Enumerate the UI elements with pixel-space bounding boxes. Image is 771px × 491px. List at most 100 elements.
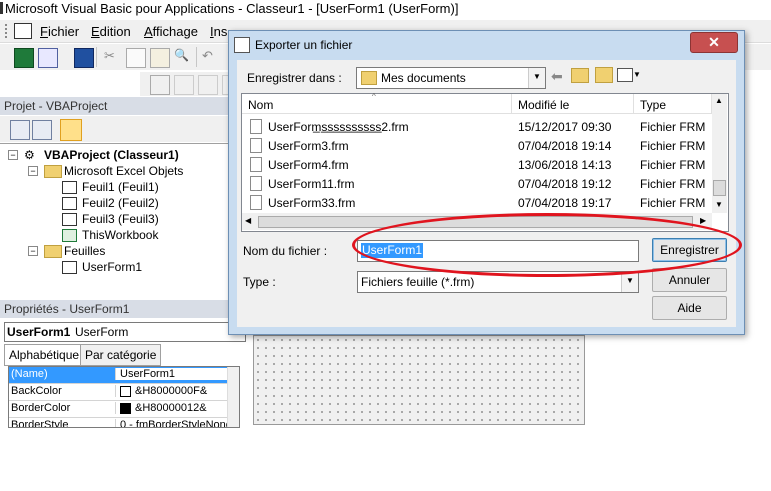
horizontal-scrollbar[interactable]: ◀ ▶ bbox=[242, 213, 712, 230]
center-icon[interactable] bbox=[174, 75, 194, 95]
scroll-down-icon[interactable]: ▼ bbox=[715, 200, 723, 209]
toolbar-separator bbox=[96, 47, 97, 67]
property-value: &H8000000F& bbox=[115, 385, 228, 397]
file-row[interactable]: UserForm3.frm 07/04/2018 19:14 Fichier F… bbox=[242, 136, 712, 155]
menu-fichier[interactable]: Fichier bbox=[40, 24, 79, 39]
menu-affichage-accel: A bbox=[144, 24, 153, 39]
scroll-thumb[interactable] bbox=[258, 216, 693, 228]
align-icon[interactable] bbox=[150, 75, 170, 95]
file-modified: 15/12/2017 09:30 bbox=[518, 120, 612, 134]
toggle-folders-icon[interactable] bbox=[60, 119, 82, 141]
tree-item-feuil3[interactable]: Feuil3 (Feuil3) bbox=[82, 212, 159, 226]
filename-input[interactable]: UserForm1 bbox=[357, 240, 639, 262]
toolbar-separator bbox=[196, 47, 197, 67]
column-header-type[interactable]: Type bbox=[634, 94, 712, 114]
scroll-left-icon[interactable]: ◀ bbox=[245, 216, 251, 225]
file-modified: 07/04/2018 19:12 bbox=[518, 177, 612, 191]
property-row[interactable]: (Name) UserForm1 bbox=[9, 367, 228, 384]
chevron-down-icon[interactable]: ▼ bbox=[621, 272, 638, 292]
insert-userform-icon[interactable] bbox=[38, 48, 58, 68]
save-button[interactable]: Enregistrer bbox=[652, 238, 727, 262]
project-panel-title: Projet - VBAProject bbox=[4, 99, 108, 113]
undo-icon[interactable]: ↶ bbox=[202, 48, 220, 66]
file-type: Fichier FRM bbox=[640, 196, 706, 210]
menu-edition[interactable]: Edition bbox=[91, 24, 131, 39]
project-panel-header: Projet - VBAProject bbox=[0, 97, 228, 115]
tree-item-excel-objects[interactable]: Microsoft Excel Objets bbox=[64, 164, 183, 178]
back-arrow-icon[interactable]: ⬅ bbox=[551, 68, 563, 85]
color-swatch bbox=[120, 385, 131, 397]
properties-panel-title: Propriétés - UserForm1 bbox=[4, 302, 130, 316]
close-icon[interactable]: ✕ bbox=[690, 32, 738, 53]
scroll-up-icon[interactable]: ▲ bbox=[715, 96, 723, 105]
excel-view-icon[interactable] bbox=[14, 48, 34, 68]
file-modified: 07/04/2018 19:14 bbox=[518, 139, 612, 153]
properties-scrollbar[interactable] bbox=[227, 367, 239, 427]
userform-design-surface[interactable] bbox=[253, 335, 585, 425]
tree-item-feuilles[interactable]: Feuilles bbox=[64, 244, 105, 258]
file-row[interactable]: UserForm̲s̲s̲s̲s̲s̲s̲s̲s̲s̲s̲2.frm 15/12… bbox=[242, 117, 712, 136]
chevron-down-icon[interactable]: ▼ bbox=[633, 70, 641, 79]
tree-item-vbaproject[interactable]: VBAProject (Classeur1) bbox=[44, 148, 179, 162]
menu-grip-icon bbox=[5, 24, 10, 38]
dialog-title: Exporter un fichier bbox=[255, 38, 353, 52]
tree-item-feuil1[interactable]: Feuil1 (Feuil1) bbox=[82, 180, 159, 194]
workbook-icon bbox=[62, 229, 77, 242]
tab-alphabetique[interactable]: Alphabétique bbox=[4, 344, 85, 366]
type-label: Type : bbox=[243, 275, 276, 289]
property-value: UserForm1 bbox=[115, 368, 228, 380]
property-name: BorderColor bbox=[11, 402, 71, 414]
save-icon[interactable] bbox=[74, 48, 94, 68]
tab-par-categorie[interactable]: Par catégorie bbox=[80, 344, 162, 366]
vertical-scrollbar[interactable]: ▲ ▼ bbox=[712, 94, 727, 213]
file-row[interactable]: UserForm4.frm 13/06/2018 14:13 Fichier F… bbox=[242, 155, 712, 174]
collapse-icon[interactable]: − bbox=[28, 166, 38, 176]
window-title: Microsoft Visual Basic pour Applications… bbox=[5, 1, 459, 16]
cancel-button[interactable]: Annuler bbox=[652, 268, 727, 292]
menu-insertion[interactable]: Ins bbox=[210, 24, 227, 39]
cut-icon[interactable]: ✂ bbox=[104, 48, 122, 66]
property-row[interactable]: BackColor &H8000000F& bbox=[9, 384, 227, 401]
color-swatch bbox=[120, 402, 131, 414]
paste-icon[interactable] bbox=[150, 48, 170, 68]
file-row[interactable]: UserForm11.frm 07/04/2018 19:12 Fichier … bbox=[242, 174, 712, 193]
property-row[interactable]: BorderColor &H80000012& bbox=[9, 401, 227, 418]
file-type: Fichier FRM bbox=[640, 158, 706, 172]
file-type: Fichier FRM bbox=[640, 177, 706, 191]
property-name: BackColor bbox=[11, 385, 62, 397]
column-header-modified[interactable]: Modifié le bbox=[512, 94, 634, 114]
view-object-icon[interactable] bbox=[32, 120, 52, 140]
new-folder-icon[interactable] bbox=[595, 67, 613, 83]
view-code-icon[interactable] bbox=[10, 120, 30, 140]
vbe-menu-icon[interactable] bbox=[14, 23, 32, 39]
title-bar: Microsoft Visual Basic pour Applications… bbox=[0, 0, 771, 18]
file-type-select[interactable]: Fichiers feuille (*.frm) ▼ bbox=[357, 271, 639, 293]
property-row[interactable]: BorderStyle 0 - fmBorderStyleNone bbox=[9, 418, 228, 427]
help-button[interactable]: Aide bbox=[652, 296, 727, 320]
copy-icon[interactable] bbox=[126, 48, 146, 68]
scroll-thumb[interactable] bbox=[713, 180, 726, 196]
file-type-value: Fichiers feuille (*.frm) bbox=[361, 275, 475, 289]
column-header-name[interactable]: Nom bbox=[242, 94, 512, 114]
menu-edition-accel: E bbox=[91, 24, 100, 39]
sort-arrow-icon: ^ bbox=[372, 92, 376, 101]
scroll-right-icon[interactable]: ▶ bbox=[700, 216, 706, 225]
collapse-icon[interactable]: − bbox=[8, 150, 18, 160]
save-in-select[interactable]: Mes documents ▼ bbox=[356, 67, 546, 89]
chevron-down-icon[interactable]: ▼ bbox=[528, 68, 545, 88]
file-modified: 13/06/2018 14:13 bbox=[518, 158, 612, 172]
size-icon[interactable] bbox=[198, 75, 218, 95]
collapse-icon[interactable]: − bbox=[28, 246, 38, 256]
project-tree: − ⚙ VBAProject (Classeur1) − Microsoft E… bbox=[0, 143, 228, 296]
view-menu-icon[interactable] bbox=[617, 68, 633, 82]
properties-tabs: Alphabétique Par catégorie bbox=[4, 344, 244, 366]
tree-item-feuil2[interactable]: Feuil2 (Feuil2) bbox=[82, 196, 159, 210]
tree-item-userform1[interactable]: UserForm1 bbox=[82, 260, 142, 274]
up-folder-icon[interactable] bbox=[571, 68, 589, 83]
find-icon[interactable]: 🔍 bbox=[174, 48, 192, 66]
tree-item-thisworkbook[interactable]: ThisWorkbook bbox=[82, 228, 158, 242]
file-row[interactable]: UserForm33.frm 07/04/2018 19:17 Fichier … bbox=[242, 193, 712, 212]
menu-affichage[interactable]: Affichage bbox=[144, 24, 198, 39]
file-icon bbox=[250, 195, 262, 210]
properties-object-select[interactable]: UserForm1 UserForm bbox=[4, 322, 246, 342]
